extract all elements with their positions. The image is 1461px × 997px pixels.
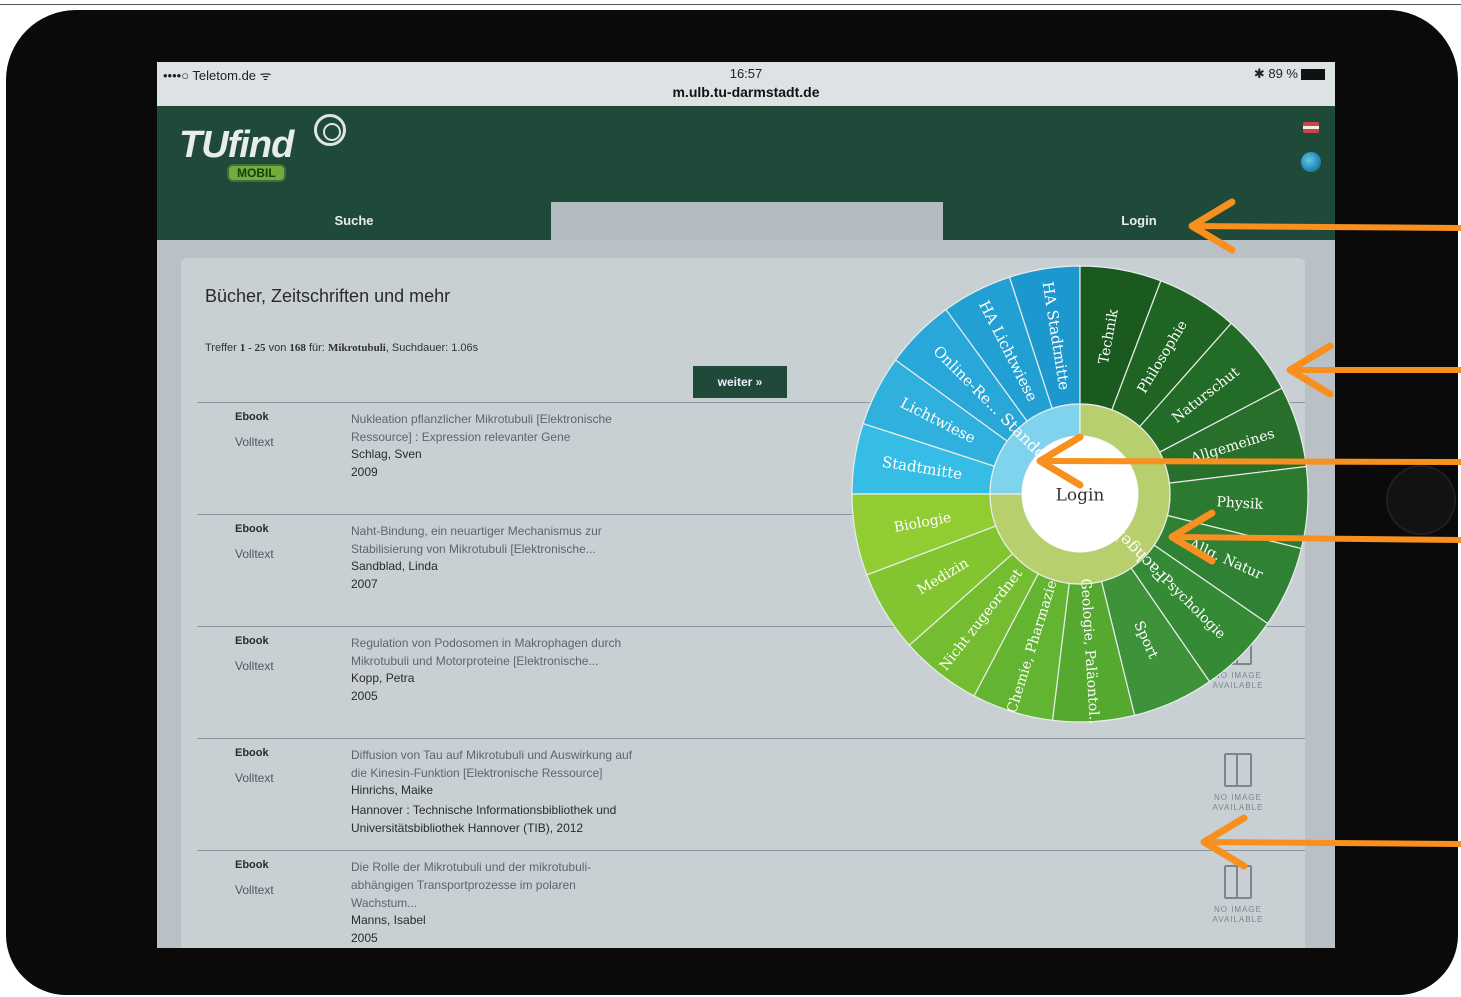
annotation-arrow: [1286, 342, 1461, 398]
annotation-arrow: [1188, 198, 1461, 254]
annotation-arrow: [1200, 814, 1461, 870]
annotation-arrow: [1036, 433, 1461, 489]
annotation-arrows: [1036, 198, 1461, 870]
annotation-arrow: [1168, 509, 1461, 565]
